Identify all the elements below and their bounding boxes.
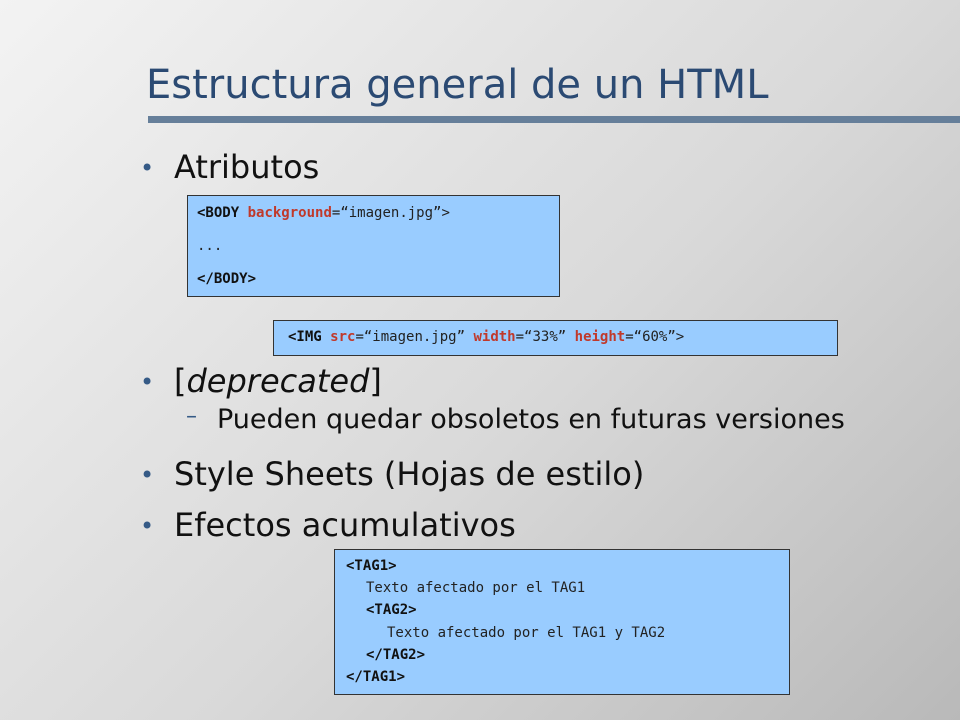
code-line-tag2-close: </TAG2>	[366, 647, 425, 663]
code-attr-value: =“60%”>	[625, 329, 685, 345]
bullet-atributos: • Atributos	[140, 148, 320, 186]
code-tag: </TAG1>	[346, 669, 406, 685]
code-line-body-open: <BODY background=“imagen.jpg”>	[197, 205, 450, 221]
bracket-close: ]	[369, 362, 382, 400]
code-line-tag2-open: <TAG2>	[366, 602, 417, 618]
code-line-ellipsis: ...	[197, 238, 223, 254]
code-attr-name: height	[574, 329, 626, 345]
code-attr-value: =“33%”	[515, 329, 567, 345]
code-line-tag1-close: </TAG1>	[346, 669, 405, 685]
code-tag: <BODY	[197, 205, 240, 221]
sub-bullet-dash: –	[186, 404, 197, 429]
bullet-efectos-label: Efectos acumulativos	[174, 506, 516, 544]
code-attr-value: =“imagen.jpg”>	[331, 205, 450, 221]
code-tag: </BODY>	[197, 271, 257, 287]
code-line-text2: Texto afectado por el TAG1 y TAG2	[387, 625, 666, 641]
code-box-tags: <TAG1> Texto afectado por el TAG1 <TAG2>…	[334, 549, 790, 695]
bullet-dot: •	[140, 154, 155, 182]
code-line-tag1-open: <TAG1>	[346, 558, 397, 574]
bullet-dot: •	[140, 461, 155, 489]
bullet-atributos-label: Atributos	[174, 148, 320, 186]
code-box-body: <BODY background=“imagen.jpg”> ... </BOD…	[187, 195, 560, 297]
code-tag: </TAG2>	[366, 647, 426, 663]
bullet-style-sheets: • Style Sheets (Hojas de estilo)	[140, 455, 645, 493]
bullet-style-sheets-label: Style Sheets (Hojas de estilo)	[174, 455, 645, 493]
code-box-img: <IMG src=“imagen.jpg” width=“33%” height…	[273, 320, 838, 356]
sub-bullet-label: Pueden quedar obsoletos en futuras versi…	[217, 404, 845, 435]
code-attr-name: src	[330, 329, 356, 345]
bullet-deprecated: • [deprecated]	[140, 362, 382, 400]
slide-title: Estructura general de un HTML	[146, 62, 769, 108]
code-line-img: <IMG src=“imagen.jpg” width=“33%” height…	[288, 329, 684, 345]
sub-bullet-deprecated: – Pueden quedar obsoletos en futuras ver…	[186, 404, 845, 435]
code-tag: <TAG1>	[346, 558, 397, 574]
code-tag: <TAG2>	[366, 602, 417, 618]
bullet-dot: •	[140, 368, 155, 396]
code-tag: <IMG	[288, 329, 322, 345]
code-attr-name: background	[247, 205, 332, 221]
bullet-efectos: • Efectos acumulativos	[140, 506, 516, 544]
code-attr-name: width	[473, 329, 516, 345]
bullet-dot: •	[140, 512, 155, 540]
code-attr-value: =“imagen.jpg”	[355, 329, 466, 345]
deprecated-word: deprecated	[186, 362, 370, 400]
code-line-body-close: </BODY>	[197, 271, 256, 287]
bracket-open: [	[174, 362, 187, 400]
code-line-text1: Texto afectado por el TAG1	[366, 580, 586, 596]
title-underline	[148, 116, 960, 123]
